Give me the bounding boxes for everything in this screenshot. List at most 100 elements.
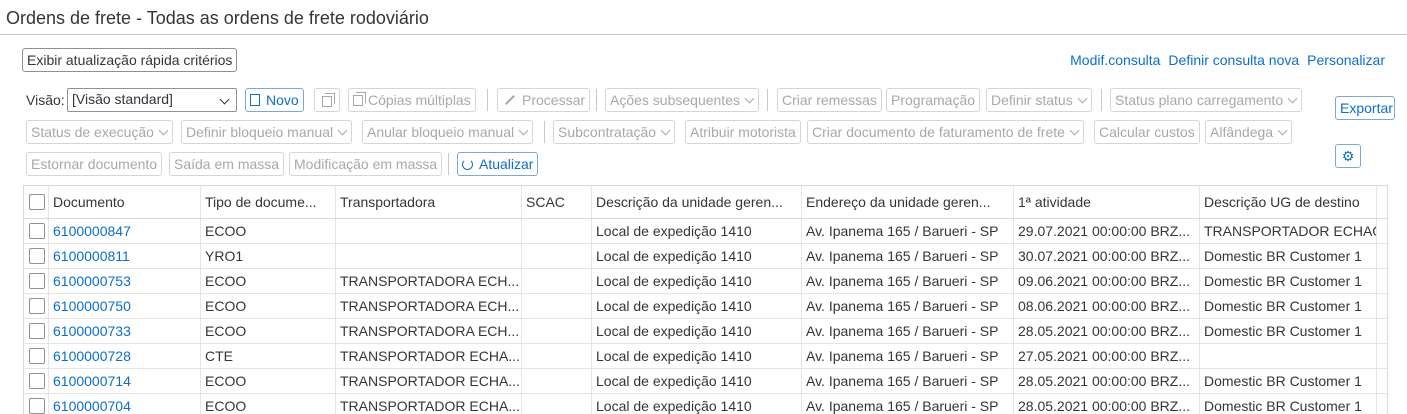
row-checkbox[interactable] — [29, 373, 45, 389]
column-header[interactable]: Descrição UG de destino — [1200, 186, 1377, 218]
cancel-manual-block-menu[interactable]: Anular bloqueio manual — [362, 120, 534, 144]
copy-button[interactable] — [314, 88, 340, 112]
column-header[interactable]: Endereço da unidade geren... — [802, 186, 1014, 218]
new-button-label: Novo — [266, 92, 299, 108]
define-status-menu[interactable]: Definir status — [986, 88, 1092, 112]
subsequent-actions-menu[interactable]: Ações subsequentes — [605, 88, 759, 112]
table-row[interactable]: 6100000847 ECOO Local de expedição 1410 Av.… — [24, 219, 1387, 244]
table-cell: Local de expedição 1410 — [592, 294, 802, 318]
table-cell: Av. Ipanema 165 / Barueri - SP — [802, 344, 1014, 368]
table-cell: Local de expedição 1410 — [592, 369, 802, 393]
row-checkbox[interactable] — [29, 298, 45, 314]
chevron-down-icon — [1077, 93, 1088, 103]
row-checkbox[interactable] — [29, 248, 45, 264]
personalize-link[interactable]: Personalizar — [1307, 52, 1385, 68]
document-link[interactable]: 6100000750 — [49, 294, 201, 318]
multiple-copies-button[interactable]: Cópias múltiplas — [348, 88, 476, 112]
column-header[interactable]: Transportadora — [336, 186, 522, 218]
row-checkbox[interactable] — [29, 323, 45, 339]
document-link[interactable]: 6100000704 — [49, 394, 201, 414]
mass-modification-button[interactable]: Modificação em massa — [289, 152, 443, 176]
table-cell: ECOO — [201, 269, 336, 293]
quick-criteria-button[interactable]: Exibir atualização rápida critérios — [22, 48, 238, 72]
modify-query-link[interactable]: Modif.consulta — [1070, 52, 1160, 68]
execution-status-label: Status de execução — [31, 124, 154, 140]
table-cell: Local de expedição 1410 — [592, 269, 802, 293]
table-row[interactable]: 6100000704 ECOO TRANSPORTADOR ECHA... Local… — [24, 394, 1387, 414]
table-cell — [1200, 344, 1377, 368]
execution-status-menu[interactable]: Status de execução — [26, 120, 173, 144]
table-cell: ECOO — [201, 294, 336, 318]
table-row[interactable]: 6100000750 ECOO TRANSPORTADORA ECH... Local… — [24, 294, 1387, 319]
table-cell: Av. Ipanema 165 / Barueri - SP — [802, 394, 1014, 414]
table-cell: Domestic BR Customer 1 — [1200, 319, 1377, 343]
document-link[interactable]: 6100000811 — [49, 244, 201, 268]
chevron-down-icon — [660, 125, 671, 135]
mass-exit-button[interactable]: Saída em massa — [169, 152, 285, 176]
select-all-checkbox[interactable] — [29, 194, 45, 210]
row-select-cell — [24, 294, 49, 318]
row-select-cell — [24, 344, 49, 368]
table-cell: CTE — [201, 344, 336, 368]
column-header[interactable]: Descrição da unidade geren... — [592, 186, 802, 218]
copy-icon — [353, 91, 366, 106]
document-link[interactable]: 6100000753 — [49, 269, 201, 293]
table-row[interactable]: 6100000811 YRO1 Local de expedição 1410 Av.… — [24, 244, 1387, 269]
customs-menu[interactable]: Alfândega — [1205, 120, 1293, 144]
calculate-costs-button[interactable]: Calcular custos — [1094, 120, 1200, 144]
column-header[interactable]: SCAC — [522, 186, 592, 218]
row-checkbox[interactable] — [29, 398, 45, 414]
define-manual-block-menu[interactable]: Definir bloqueio manual — [181, 120, 353, 144]
document-link[interactable]: 6100000733 — [49, 319, 201, 343]
new-button[interactable]: Novo — [245, 88, 304, 112]
define-new-query-link[interactable]: Definir consulta nova — [1168, 52, 1299, 68]
table-cell: Domestic BR Customer 1 — [1200, 244, 1377, 268]
copy-icon — [322, 92, 335, 107]
table-cell — [522, 269, 592, 293]
table-row[interactable]: 6100000733 ECOO TRANSPORTADORA ECH... Local… — [24, 319, 1387, 344]
row-checkbox[interactable] — [29, 348, 45, 364]
document-link[interactable]: 6100000714 — [49, 369, 201, 393]
table-row[interactable]: 6100000728 CTE TRANSPORTADOR ECHA... Local … — [24, 344, 1387, 369]
column-header[interactable]: 1ª atividade — [1014, 186, 1200, 218]
refresh-label: Atualizar — [479, 156, 534, 172]
table-cell — [336, 219, 522, 243]
new-document-icon — [250, 94, 260, 106]
column-header[interactable]: Tipo de docume... — [201, 186, 336, 218]
assign-driver-button[interactable]: Atribuir motorista — [685, 120, 801, 144]
document-link[interactable]: 6100000728 — [49, 344, 201, 368]
table-cell — [522, 369, 592, 393]
view-select[interactable]: [Visão standard] — [67, 88, 237, 112]
reverse-document-button[interactable]: Estornar documento — [26, 152, 163, 176]
toolbar-separator — [544, 121, 545, 143]
row-checkbox[interactable] — [29, 273, 45, 289]
table-cell: Av. Ipanema 165 / Barueri - SP — [802, 219, 1014, 243]
toolbar-separator — [1101, 89, 1102, 111]
load-plan-status-label: Status plano carregamento — [1115, 92, 1284, 108]
document-link[interactable]: 6100000847 — [49, 219, 201, 243]
refresh-button[interactable]: Atualizar — [457, 152, 539, 176]
customs-label: Alfândega — [1210, 124, 1274, 140]
table-cell: Domestic BR Customer 1 — [1200, 269, 1377, 293]
table-cell: Local de expedição 1410 — [592, 344, 802, 368]
create-deliveries-button[interactable]: Criar remessas — [777, 88, 882, 112]
load-plan-status-menu[interactable]: Status plano carregamento — [1110, 88, 1303, 112]
process-button[interactable]: Processar — [497, 88, 591, 112]
create-freight-billing-menu[interactable]: Criar documento de faturamento de frete — [807, 120, 1084, 144]
subsequent-actions-label: Ações subsequentes — [610, 92, 740, 108]
table-cell: Av. Ipanema 165 / Barueri - SP — [802, 244, 1014, 268]
table-cell: Domestic BR Customer 1 — [1200, 294, 1377, 318]
table-row[interactable]: 6100000753 ECOO TRANSPORTADORA ECH... Local… — [24, 269, 1387, 294]
column-header[interactable]: Documento — [49, 186, 201, 218]
table-cell: Local de expedição 1410 — [592, 394, 802, 414]
gear-icon: ⚙ — [1341, 147, 1355, 164]
settings-button[interactable]: ⚙ — [1335, 144, 1361, 168]
export-button[interactable]: Exportar — [1335, 96, 1395, 120]
row-checkbox[interactable] — [29, 223, 45, 239]
scheduling-button[interactable]: Programação — [886, 88, 981, 112]
table-cell — [522, 319, 592, 343]
cancel-manual-block-label: Anular bloqueio manual — [367, 124, 515, 140]
table-row[interactable]: 6100000714 ECOO TRANSPORTADOR ECHA... Local… — [24, 369, 1387, 394]
subcontracting-menu[interactable]: Subcontratação — [553, 120, 676, 144]
multiple-copies-label: Cópias múltiplas — [368, 92, 471, 108]
